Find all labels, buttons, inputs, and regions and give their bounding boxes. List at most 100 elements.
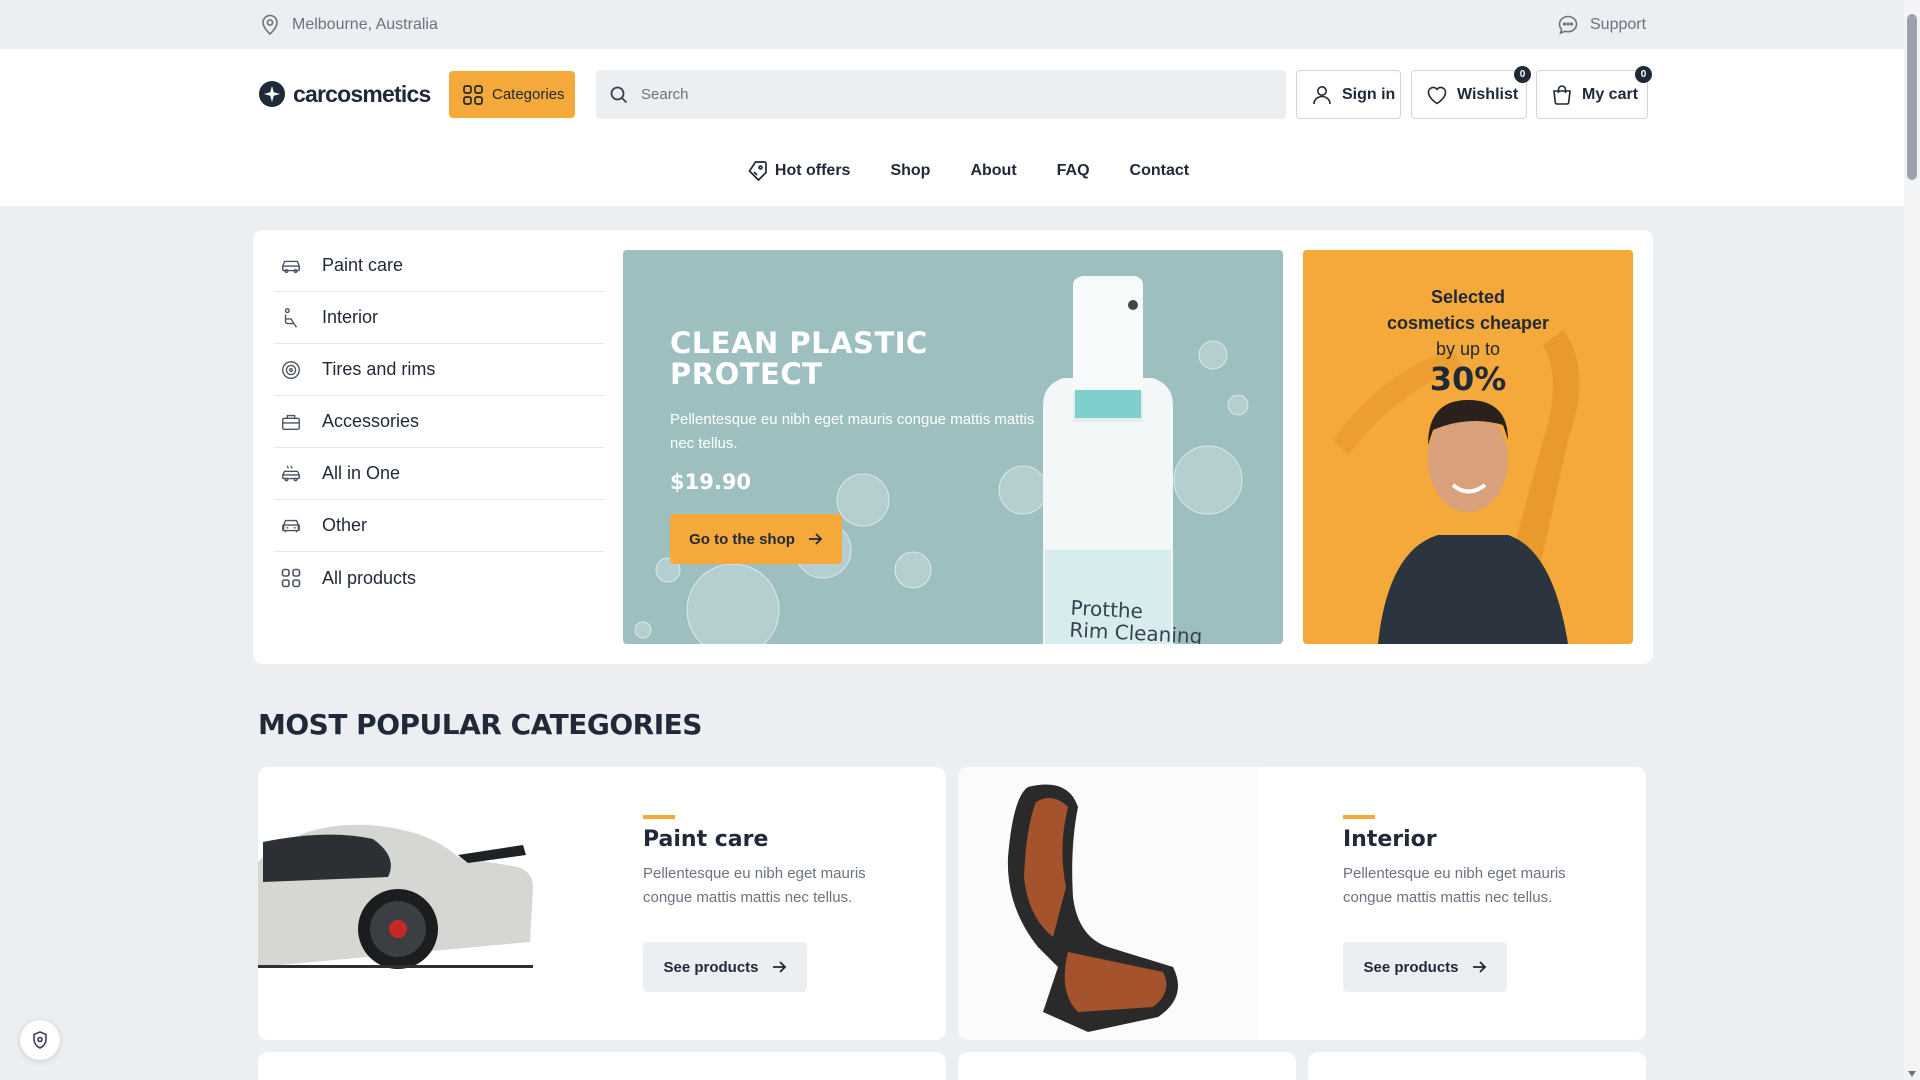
- card-accent-bar: [643, 815, 675, 819]
- promo-text: Selected cosmetics cheaper by up to: [1303, 284, 1633, 362]
- location-text: Melbourne, Australia: [292, 16, 438, 33]
- category-card-next[interactable]: [258, 1052, 946, 1080]
- car-front-icon: [282, 519, 300, 532]
- sidebar-item-accessories[interactable]: Accessories: [274, 396, 604, 448]
- card-title: Interior: [1343, 827, 1437, 852]
- cart-button[interactable]: My cart 0: [1536, 66, 1652, 119]
- promo-percent: 30%: [1429, 360, 1507, 398]
- top-bar: Melbourne, Australia Support: [0, 0, 1904, 49]
- category-card-next[interactable]: [958, 1052, 1296, 1080]
- nav-contact[interactable]: Contact: [1130, 162, 1190, 180]
- sidebar-item-label: Paint care: [322, 255, 404, 275]
- see-products-label: See products: [663, 958, 759, 976]
- banner-title-line1: CLEAN PLASTIC: [670, 326, 928, 360]
- sidebar-item-label: Accessories: [322, 411, 420, 431]
- support-text: Support: [1590, 16, 1647, 33]
- arrow-right-icon: [772, 961, 786, 973]
- main-nav: Hot offers Shop About FAQ Contact: [0, 158, 1904, 184]
- car-icon: [282, 260, 300, 273]
- banner-price: $19.90: [670, 470, 752, 494]
- shopping-bag-icon: [1553, 84, 1571, 105]
- card-title: Paint care: [643, 827, 769, 852]
- promo-line1: Selected: [1430, 287, 1506, 307]
- promo-line3: by up to: [1435, 339, 1501, 359]
- sign-in-label: Sign in: [1342, 85, 1396, 103]
- search-input[interactable]: [641, 86, 1241, 103]
- wishlist-count-badge: 0: [1514, 66, 1531, 83]
- sign-in-button[interactable]: Sign in: [1296, 70, 1401, 119]
- scrollbar-thumb[interactable]: [1907, 14, 1917, 180]
- categories-label: Categories: [492, 86, 565, 103]
- go-to-shop-button[interactable]: Go to the shop: [670, 514, 842, 564]
- sidebar-item-label: Tires and rims: [322, 359, 436, 379]
- banner-title: CLEAN PLASTIC PROTECT: [670, 328, 928, 390]
- sidebar-item-tires-and-rims[interactable]: Tires and rims: [274, 344, 604, 396]
- nav-shop[interactable]: Shop: [890, 162, 930, 180]
- see-products-button[interactable]: See products: [643, 942, 807, 992]
- tire-icon: [282, 360, 300, 379]
- grid-icon: [463, 84, 483, 105]
- card-description: Pellentesque eu nibh eget mauris congue …: [643, 865, 866, 906]
- sidebar-item-label: Other: [322, 515, 368, 535]
- car-wash-icon: [282, 465, 300, 481]
- scrollbar[interactable]: [1904, 0, 1920, 1080]
- location-pin-icon: [262, 14, 278, 36]
- nav-hot-offers[interactable]: Hot offers: [745, 159, 851, 183]
- nav-contact-label: Contact: [1129, 162, 1190, 179]
- sidebar-item-label: Interior: [322, 307, 379, 327]
- card-accent-bar: [1343, 815, 1375, 819]
- search-bar: [596, 70, 1286, 119]
- sidebar-item-interior[interactable]: Interior: [274, 292, 604, 344]
- nav-about[interactable]: About: [970, 162, 1016, 180]
- logo-text: carcosmetics: [293, 80, 431, 107]
- logo-sparkle-icon: [259, 81, 285, 107]
- sidebar-item-all-products[interactable]: All products: [274, 552, 604, 604]
- section-title: MOST POPULAR CATEGORIES: [258, 708, 702, 741]
- sidebar-item-label: All products: [322, 567, 417, 588]
- arrow-right-icon: [808, 533, 823, 545]
- seat-icon: [284, 307, 298, 328]
- support-link[interactable]: Support: [1556, 13, 1646, 37]
- cart-label: My cart: [1582, 85, 1639, 103]
- search-icon: [610, 86, 628, 103]
- bottle-label: Protthe Rim Cleaning: [1069, 596, 1204, 644]
- location[interactable]: Melbourne, Australia: [258, 13, 438, 37]
- go-to-shop-label: Go to the shop: [689, 530, 795, 548]
- nav-hot-offers-label: Hot offers: [774, 162, 851, 179]
- wishlist-button[interactable]: Wishlist 0: [1411, 66, 1531, 119]
- logo[interactable]: carcosmetics: [258, 80, 431, 108]
- main-banner: CLEAN PLASTIC PROTECT Pellentesque eu ni…: [623, 250, 1283, 644]
- promo-line2: cosmetics cheaper: [1386, 313, 1550, 333]
- banner-title-line2: PROTECT: [670, 357, 823, 391]
- sidebar-item-other[interactable]: Other: [274, 500, 604, 552]
- promo-banner[interactable]: Selected cosmetics cheaper by up to 30%: [1303, 250, 1633, 644]
- price-tag-icon: [748, 161, 767, 182]
- scroll-down-arrow[interactable]: [1908, 1071, 1916, 1077]
- nav-about-label: About: [970, 162, 1017, 179]
- shield-icon: [33, 1031, 47, 1049]
- nav-faq-label: FAQ: [1056, 162, 1090, 179]
- nav-faq[interactable]: FAQ: [1057, 162, 1090, 180]
- toolbox-icon: [282, 414, 300, 430]
- sidebar-item-label: All in One: [322, 463, 401, 483]
- car-seat-image: [958, 767, 1258, 1040]
- arrow-right-icon: [1472, 961, 1486, 973]
- cart-count-badge: 0: [1635, 66, 1652, 83]
- heart-icon: [1427, 86, 1447, 104]
- category-sidebar: Paint care Interior Tires and rims Acces…: [274, 240, 604, 604]
- privacy-settings-button[interactable]: [20, 1020, 60, 1060]
- category-card-next[interactable]: [1308, 1052, 1646, 1080]
- category-card-interior[interactable]: Interior Pellentesque eu nibh eget mauri…: [958, 767, 1646, 1040]
- see-products-label: See products: [1363, 958, 1459, 976]
- banner-text: Pellentesque eu nibh eget mauris congue …: [670, 411, 1035, 452]
- wishlist-label: Wishlist: [1457, 85, 1519, 103]
- nav-shop-label: Shop: [890, 162, 931, 179]
- sidebar-item-all-in-one[interactable]: All in One: [274, 448, 604, 500]
- chat-bubble-icon: [1558, 15, 1578, 35]
- see-products-button[interactable]: See products: [1343, 942, 1507, 992]
- card-description: Pellentesque eu nibh eget mauris congue …: [1343, 865, 1566, 906]
- sidebar-item-paint-care[interactable]: Paint care: [274, 240, 604, 292]
- category-card-paint-care[interactable]: Paint care Pellentesque eu nibh eget mau…: [258, 767, 946, 1040]
- grid-icon: [281, 568, 301, 588]
- categories-button[interactable]: Categories: [449, 71, 575, 118]
